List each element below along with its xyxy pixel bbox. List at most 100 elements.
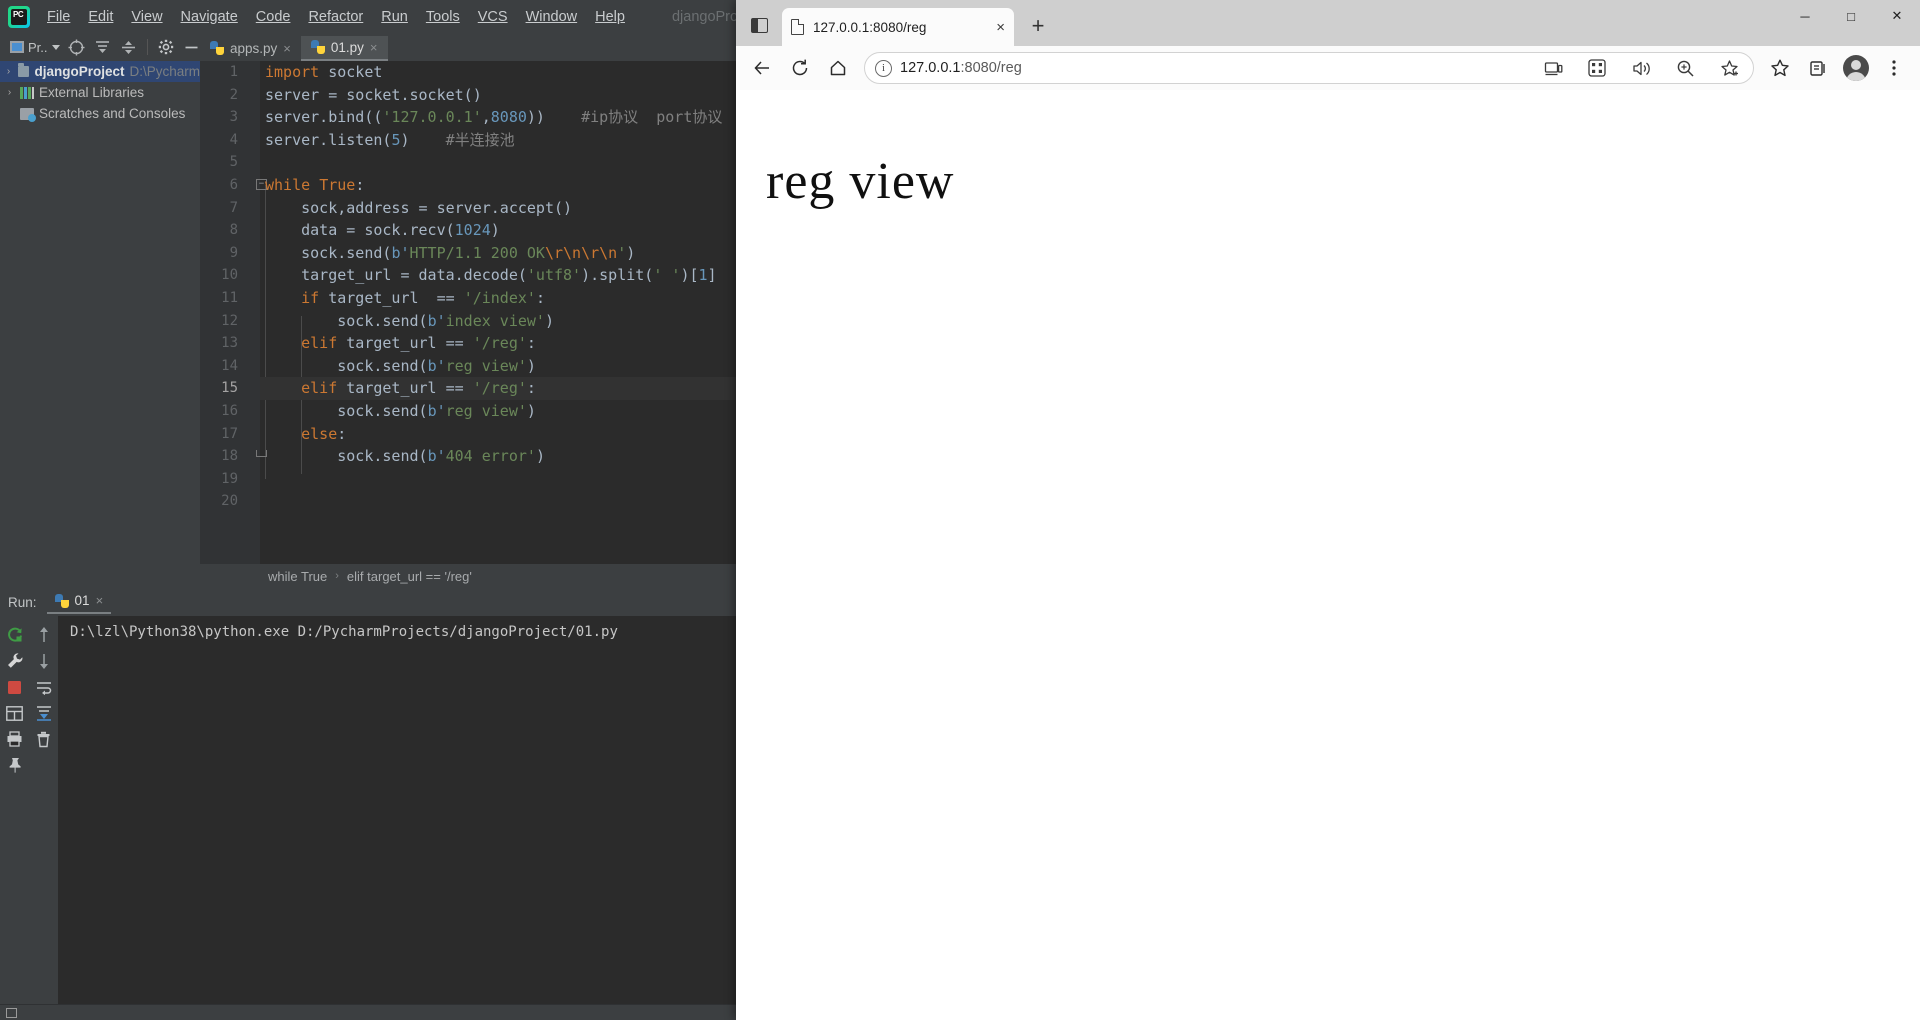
editor-tab-01[interactable]: 01.py × (300, 36, 388, 61)
menu-run[interactable]: Run (372, 5, 417, 29)
site-information-icon[interactable]: i (875, 59, 892, 77)
stop-icon[interactable] (0, 680, 29, 695)
project-view-selector[interactable]: Pr.. (6, 39, 64, 56)
split-screen-icon[interactable] (1535, 52, 1571, 84)
minimize-button[interactable]: ─ (1782, 0, 1828, 32)
code-text: else: (301, 424, 347, 443)
code-text: server.listen(5) #半连接池 (265, 130, 515, 149)
expand-all-icon[interactable] (90, 36, 116, 58)
line-number: 18 (221, 448, 238, 465)
line-number: 14 (221, 357, 238, 374)
layout-icon[interactable] (0, 705, 29, 721)
line-number: 16 (221, 402, 238, 419)
line-number: 5 (229, 154, 238, 171)
line-number: 4 (229, 131, 238, 148)
more-options-icon[interactable] (1876, 52, 1912, 84)
tree-item-external-libraries[interactable]: › External Libraries (0, 82, 200, 103)
editor-tab-apps-label: apps.py (230, 40, 278, 56)
scroll-up-icon[interactable] (29, 626, 58, 644)
library-icon (20, 86, 34, 99)
pin-icon[interactable] (0, 757, 29, 774)
close-icon[interactable]: × (370, 40, 378, 55)
avatar (1843, 55, 1869, 81)
close-icon[interactable]: × (283, 41, 291, 56)
trash-icon[interactable] (29, 731, 58, 748)
line-number: 1 (229, 64, 238, 80)
breadcrumb-item-1[interactable]: elif target_url == '/reg' (347, 569, 472, 584)
url-host: 127.0.0.1 (900, 60, 961, 76)
tree-item-label: External Libraries (39, 85, 145, 100)
close-icon[interactable]: × (96, 593, 104, 608)
run-tab-label: 01 (74, 593, 90, 608)
browser-tab[interactable]: 127.0.0.1:8080/reg × (782, 8, 1014, 46)
menu-window[interactable]: Window (517, 5, 587, 29)
menu-edit[interactable]: Edit (79, 5, 122, 29)
line-number: 17 (221, 425, 238, 442)
code-text: elif target_url == '/reg': (301, 334, 536, 353)
url-path: :8080/reg (960, 60, 1022, 76)
chevron-right-icon[interactable]: › (4, 66, 13, 77)
menu-navigate-label: Navigate (180, 8, 238, 25)
menu-refactor[interactable]: Refactor (299, 5, 372, 29)
code-text: sock.send(b'HTTP/1.1 200 OK\r\n\r\n') (265, 243, 636, 262)
home-icon[interactable] (820, 52, 856, 84)
menu-tools[interactable]: Tools (417, 5, 469, 29)
menu-edit-label: Edit (88, 8, 114, 25)
status-panel-icon[interactable] (6, 1008, 17, 1018)
tree-item-djangoproject[interactable]: › djangoProject D:\Pycharm (0, 61, 200, 82)
line-number: 2 (229, 86, 238, 103)
favorites-icon[interactable] (1762, 52, 1798, 84)
menu-navigate[interactable]: Navigate (172, 5, 247, 29)
maximize-button[interactable]: □ (1828, 0, 1874, 32)
refresh-icon[interactable] (782, 52, 818, 84)
menu-help-label: Help (595, 8, 625, 25)
run-side-row-6 (0, 752, 58, 778)
new-tab-button[interactable]: + (1022, 10, 1054, 42)
menu-view[interactable]: View (122, 5, 171, 29)
breadcrumb-item-0[interactable]: while True (268, 569, 327, 584)
address-bar[interactable]: i 127.0.0.1:8080/reg (864, 52, 1754, 84)
project-view-label: Pr.. (28, 39, 48, 55)
scroll-down-icon[interactable] (29, 652, 58, 670)
tab-actions-icon[interactable] (742, 8, 776, 42)
run-side-toolbar (0, 616, 58, 1020)
close-window-button[interactable]: ✕ (1874, 0, 1920, 32)
run-side-row-2 (0, 648, 58, 674)
rerun-icon[interactable] (0, 626, 29, 644)
profile-avatar[interactable] (1838, 52, 1874, 84)
wrench-settings-icon[interactable] (0, 652, 29, 670)
browser-tab-strip: 127.0.0.1:8080/reg × + ─ □ ✕ (736, 0, 1920, 46)
run-tab-01[interactable]: 01 × (46, 590, 112, 614)
editor-tab-apps[interactable]: apps.py × (200, 36, 301, 61)
page-body-text: reg view (766, 153, 955, 210)
print-icon[interactable] (0, 731, 29, 747)
line-number: 9 (229, 244, 238, 261)
scroll-to-end-icon[interactable] (29, 705, 58, 721)
tree-item-path: D:\Pycharm (129, 64, 200, 79)
search-zoom-icon[interactable] (1667, 52, 1703, 84)
menu-tools-label: Tools (425, 8, 460, 25)
line-number: 20 (221, 493, 238, 510)
menu-vcs[interactable]: VCS (469, 5, 517, 29)
tree-item-scratches[interactable]: Scratches and Consoles (0, 103, 200, 124)
read-aloud-icon[interactable] (1623, 52, 1659, 84)
locate-file-button[interactable] (64, 36, 90, 58)
code-text: server.bind(('127.0.0.1',8080)) #ip协议 po… (265, 108, 723, 127)
toolbar-divider (146, 39, 148, 55)
menu-file[interactable]: File (38, 5, 79, 29)
collapse-all-icon[interactable] (116, 36, 142, 58)
qr-code-icon[interactable] (1579, 52, 1615, 84)
settings-gear-icon[interactable] (153, 36, 179, 58)
python-file-icon (310, 40, 325, 54)
project-panel-icon (10, 41, 24, 53)
soft-wrap-icon[interactable] (29, 680, 58, 695)
menu-code[interactable]: Code (247, 5, 300, 29)
pycharm-logo-icon: PC (8, 5, 30, 28)
chevron-right-icon[interactable]: › (4, 87, 15, 98)
back-arrow-icon[interactable] (744, 52, 780, 84)
close-icon[interactable]: × (996, 19, 1005, 36)
menu-help[interactable]: Help (586, 5, 634, 29)
menu-refactor-label: Refactor (308, 8, 364, 25)
add-favorite-icon[interactable] (1711, 52, 1747, 84)
collections-icon[interactable] (1800, 52, 1836, 84)
